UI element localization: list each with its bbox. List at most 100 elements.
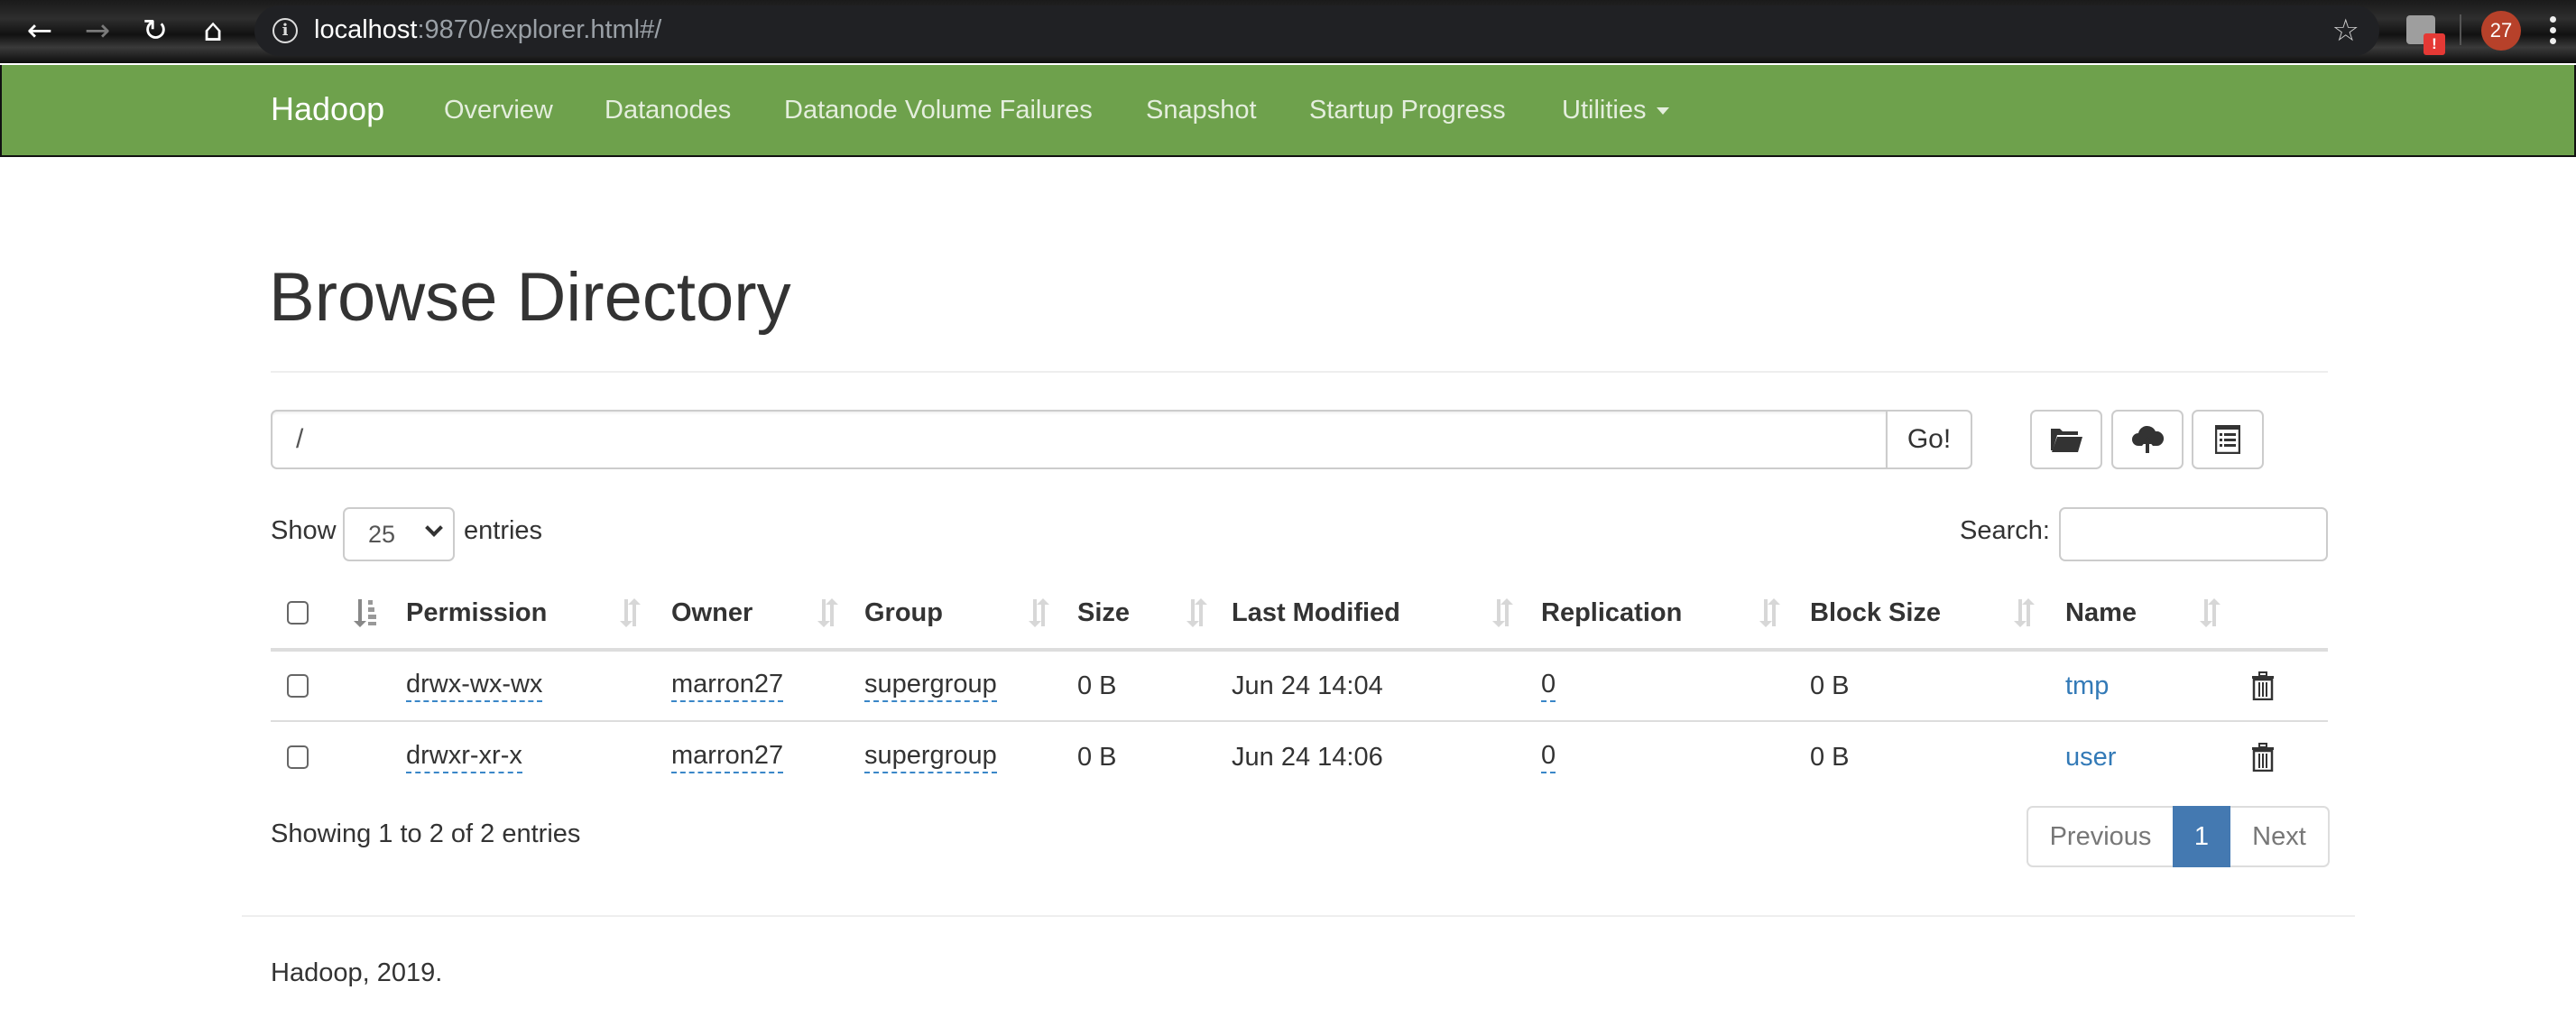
sort-both-icon[interactable] xyxy=(618,597,643,628)
table-info: Showing 1 to 2 of 2 entries xyxy=(271,819,581,848)
profile-avatar[interactable]: 27 xyxy=(2481,11,2521,51)
sort-both-icon[interactable] xyxy=(2012,597,2037,628)
name-cell: tmp xyxy=(2065,652,2109,720)
size-cell: 0 B xyxy=(1077,742,1117,772)
permission-link[interactable]: drwx-wx-wx xyxy=(406,670,543,702)
show-label: Show xyxy=(271,516,337,545)
nav-item-utilities[interactable]: Utilities xyxy=(1562,96,1670,125)
browser-menu-icon[interactable] xyxy=(2550,16,2559,49)
table-row: drwx-wx-wx marron27 supergroup 0 B Jun 2… xyxy=(271,652,2328,722)
column-header-group[interactable]: Group xyxy=(864,578,943,648)
delete-cell xyxy=(2251,722,2275,792)
address-bar[interactable]: i localhost:9870/explorer.html#/ ☆ xyxy=(254,5,2379,56)
trash-icon[interactable] xyxy=(2251,743,2275,772)
sort-ascending-icon[interactable] xyxy=(352,597,377,628)
column-header-owner[interactable]: Owner xyxy=(671,578,752,648)
owner-link[interactable]: marron27 xyxy=(671,741,784,773)
sort-both-icon[interactable] xyxy=(1491,597,1516,628)
row-checkbox[interactable] xyxy=(287,745,309,769)
name-cell: user xyxy=(2065,722,2116,792)
directory-path-input[interactable] xyxy=(271,410,1888,469)
bookmark-star-icon[interactable]: ☆ xyxy=(2332,13,2359,49)
owner-link[interactable]: marron27 xyxy=(671,670,784,702)
nav-item-startup-progress[interactable]: Startup Progress xyxy=(1309,96,1506,125)
title-divider xyxy=(271,371,2328,373)
size-cell: 0 B xyxy=(1077,671,1117,700)
permission-link[interactable]: drwxr-xr-x xyxy=(406,741,522,773)
sort-both-icon[interactable] xyxy=(1185,597,1210,628)
trash-icon[interactable] xyxy=(2251,671,2275,700)
browser-toolbar: ← → ↻ ⌂ i localhost:9870/explorer.html#/… xyxy=(0,0,2576,63)
toolbar-separator xyxy=(2460,14,2461,45)
upload-files-button[interactable] xyxy=(2111,410,2184,469)
sort-both-icon[interactable] xyxy=(2198,597,2223,628)
select-all-checkbox-cell xyxy=(287,578,309,648)
group-link[interactable]: supergroup xyxy=(864,670,997,702)
owner-cell: marron27 xyxy=(671,652,784,720)
permission-cell: drwx-wx-wx xyxy=(406,652,543,720)
last-modified-cell: Jun 24 14:06 xyxy=(1232,742,1383,772)
delete-cell xyxy=(2251,652,2275,720)
owner-cell: marron27 xyxy=(671,722,784,792)
column-header-block-size[interactable]: Block Size xyxy=(1810,578,1941,648)
column-header-replication[interactable]: Replication xyxy=(1541,578,1682,648)
select-all-checkbox[interactable] xyxy=(287,601,309,625)
table-row: drwxr-xr-x marron27 supergroup 0 B Jun 2… xyxy=(271,722,2328,792)
url-host: localhost xyxy=(314,15,418,44)
forward-arrow-icon[interactable]: → xyxy=(79,13,115,49)
name-link[interactable]: user xyxy=(2065,743,2116,773)
extension-warning-badge: ! xyxy=(2424,33,2445,55)
directory-table: Permission Owner Group Size Last Modifie… xyxy=(271,578,2328,792)
last-modified-cell: Jun 24 14:04 xyxy=(1232,671,1383,700)
replication-cell: 0 xyxy=(1541,722,1556,792)
sort-both-icon[interactable] xyxy=(1027,597,1052,628)
replication-link[interactable]: 0 xyxy=(1541,670,1556,702)
nav-item-datanode-volume-failures[interactable]: Datanode Volume Failures xyxy=(784,96,1093,125)
search-label: Search: xyxy=(1960,516,2050,545)
row-checkbox-cell xyxy=(287,722,309,792)
search-input[interactable] xyxy=(2059,507,2328,561)
reload-icon[interactable]: ↻ xyxy=(137,13,173,49)
page-length-value: 25 xyxy=(368,521,396,548)
navbar-brand[interactable]: Hadoop xyxy=(271,90,384,128)
list-alt-icon xyxy=(2215,425,2240,454)
block-size-cell: 0 B xyxy=(1810,742,1850,772)
url-text[interactable]: localhost:9870/explorer.html#/ xyxy=(314,15,661,45)
back-arrow-icon[interactable]: ← xyxy=(22,13,58,49)
footer-text: Hadoop, 2019. xyxy=(271,958,443,987)
block-size-cell: 0 B xyxy=(1810,671,1850,700)
row-checkbox[interactable] xyxy=(287,674,309,698)
previous-page-button[interactable]: Previous xyxy=(2027,806,2173,867)
chevron-down-icon xyxy=(425,519,443,537)
column-header-last-modified[interactable]: Last Modified xyxy=(1232,578,1400,648)
nav-item-snapshot[interactable]: Snapshot xyxy=(1146,96,1257,125)
page-1-button[interactable]: 1 xyxy=(2173,806,2230,867)
page-title: Browse Directory xyxy=(269,259,791,336)
site-info-icon[interactable]: i xyxy=(272,18,298,43)
navbar: Hadoop Overview Datanodes Datanode Volum… xyxy=(0,65,2576,157)
create-directory-button[interactable] xyxy=(2030,410,2102,469)
sort-both-icon[interactable] xyxy=(1758,597,1783,628)
go-button[interactable]: Go! xyxy=(1886,410,1972,469)
page-length-select[interactable]: 25 xyxy=(343,507,455,561)
list-view-button[interactable] xyxy=(2192,410,2264,469)
group-cell: supergroup xyxy=(864,722,997,792)
table-header: Permission Owner Group Size Last Modifie… xyxy=(271,578,2328,652)
column-header-permission[interactable]: Permission xyxy=(406,578,547,648)
name-link[interactable]: tmp xyxy=(2065,671,2109,701)
replication-link[interactable]: 0 xyxy=(1541,741,1556,773)
nav-item-overview[interactable]: Overview xyxy=(444,96,553,125)
nav-item-datanodes[interactable]: Datanodes xyxy=(605,96,731,125)
group-link[interactable]: supergroup xyxy=(864,741,997,773)
cloud-upload-icon xyxy=(2132,425,2164,453)
folder-open-icon xyxy=(2051,429,2082,452)
next-page-button[interactable]: Next xyxy=(2230,806,2330,867)
replication-cell: 0 xyxy=(1541,652,1556,720)
home-icon[interactable]: ⌂ xyxy=(195,13,231,49)
footer-divider xyxy=(242,915,2355,917)
pagination: Previous 1 Next xyxy=(2027,806,2330,867)
entries-label: entries xyxy=(464,516,543,545)
sort-both-icon[interactable] xyxy=(816,597,841,628)
column-header-name[interactable]: Name xyxy=(2065,578,2137,648)
column-header-size[interactable]: Size xyxy=(1077,578,1130,648)
